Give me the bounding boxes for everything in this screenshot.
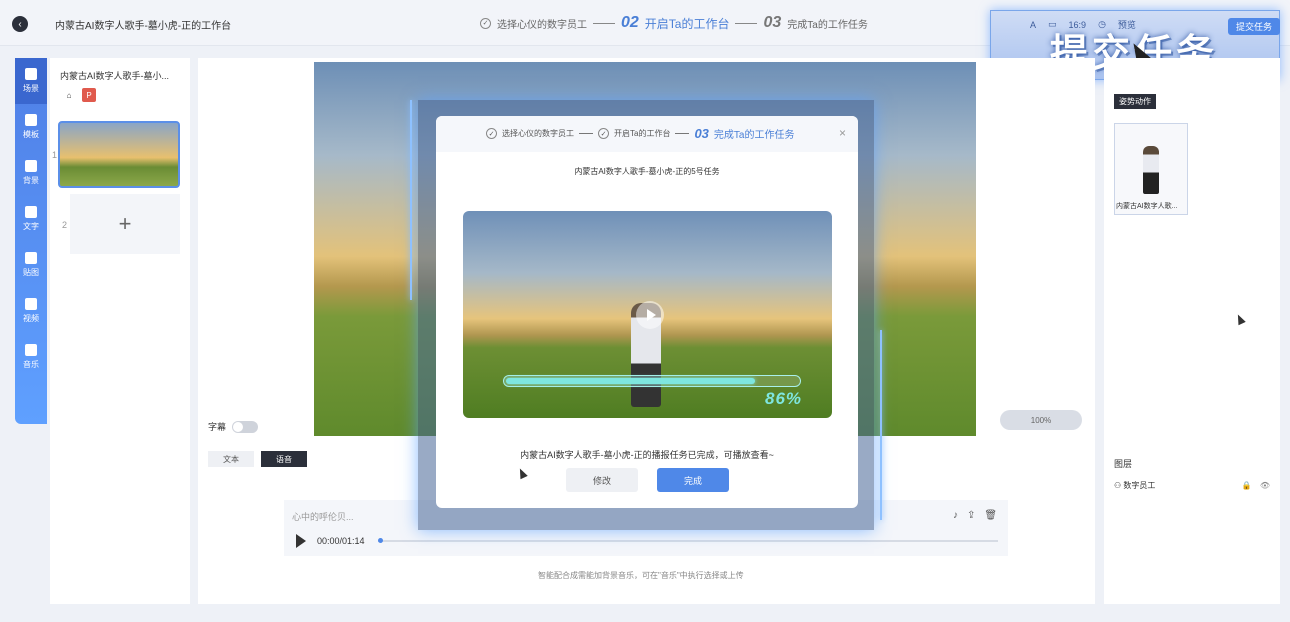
dialog-step-1: 选择心仪的数字员工 (502, 129, 574, 138)
rail-item-text[interactable]: 文字 (15, 196, 47, 242)
sticker-icon (25, 252, 37, 264)
completion-message: 内蒙古AI数字人歌手-墓小虎-正的播报任务已完成，可播放查看~ (520, 450, 774, 460)
scene-icons: ⌂ P (62, 88, 96, 102)
task-title: 内蒙古AI数字人歌手-墓小虎-正的5号任务 (574, 167, 720, 176)
render-progress-bar (503, 375, 801, 387)
eye-icon[interactable]: 👁 (1260, 481, 1270, 490)
scene-thumbnail-1[interactable] (58, 121, 180, 188)
layers-title: 图层 (1114, 459, 1133, 469)
edit-button[interactable]: 修改 (566, 468, 638, 492)
dialog-step-3: 完成Ta的工作任务 (713, 130, 795, 141)
check-icon: ✓ (480, 17, 491, 29)
dialog-steps: ✓ 选择心仪的数字员工 ✓ 开启Ta的工作台 03 完成Ta的工作任务 (486, 126, 794, 141)
check-icon: ✓ (598, 128, 609, 139)
check-icon: ✓ (486, 128, 497, 139)
rail-item-video[interactable]: 视频 (15, 288, 47, 334)
audio-actions: ♪ ⇪ 🗑 (953, 510, 997, 521)
step-3-number: 03 (763, 14, 782, 31)
play-icon[interactable] (636, 301, 664, 329)
audio-time: 00:00/01:14 (317, 536, 365, 546)
rail-item-scene[interactable]: 场景 (15, 58, 47, 104)
user-icon: ⚇ (1114, 481, 1124, 490)
dialog-step-2: 开启Ta的工作台 (614, 129, 671, 138)
result-video[interactable]: 86% (463, 211, 832, 418)
microphone-icon[interactable]: ♪ (953, 510, 958, 521)
render-progress-text: 86% (765, 389, 803, 408)
close-icon[interactable]: × (839, 126, 846, 140)
dialog-header: ✓ 选择心仪的数字员工 ✓ 开启Ta的工作台 03 完成Ta的工作任务 × (436, 116, 858, 152)
play-icon[interactable] (296, 534, 306, 548)
template-icon (25, 114, 37, 126)
layer-item-label: 数字员工 (1123, 481, 1156, 490)
scene-title: 内蒙古AI数字人歌手-墓小... (60, 71, 170, 81)
digital-employee-card[interactable]: 内蒙古AI数字人歌... (1114, 123, 1188, 215)
step-2-label: 开启Ta的工作台 (644, 16, 730, 31)
scene-number: 2 (62, 220, 68, 230)
trash-icon[interactable]: 🗑 (984, 510, 997, 521)
rail-item-music[interactable]: 音乐 (15, 334, 47, 380)
done-button[interactable]: 完成 (657, 468, 729, 492)
scene-icon (25, 68, 37, 80)
subtitle-label: 字幕 (208, 422, 227, 432)
dialog-step-3-number: 03 (694, 126, 709, 141)
tab-text[interactable]: 文本 (208, 451, 254, 467)
step-divider (593, 22, 615, 24)
step-divider (579, 133, 593, 134)
add-scene-button[interactable]: + (70, 194, 180, 254)
upload-icon[interactable]: ⇪ (967, 510, 975, 521)
glow-line (410, 100, 412, 300)
rail-item-background[interactable]: 背景 (15, 150, 47, 196)
submit-task-button[interactable]: 提交任务 (1228, 18, 1281, 35)
text-icon (25, 206, 37, 218)
step-3-label: 完成Ta的工作任务 (787, 19, 868, 31)
subtitle-toggle[interactable] (232, 420, 259, 433)
lock-icon[interactable]: 🔒 (1242, 481, 1252, 490)
layer-item[interactable]: ⚇ 数字员工 🔒 👁 (1114, 480, 1270, 491)
music-hint: 智能配合成需能加背景音乐，可在"音乐"中执行选择或上传 (538, 571, 744, 580)
back-icon[interactable]: ‹ (12, 16, 28, 32)
digital-person-figure (1143, 146, 1159, 194)
step-divider (735, 22, 758, 24)
step-2-number: 02 (621, 14, 639, 31)
task-complete-dialog: ✓ 选择心仪的数字员工 ✓ 开启Ta的工作台 03 完成Ta的工作任务 × 内蒙… (436, 116, 858, 508)
background-icon (25, 160, 37, 172)
tab-voice[interactable]: 语音 (261, 451, 307, 467)
scene-panel: 内蒙古AI数字人歌手-墓小... ⌂ P 1 2 + (50, 58, 190, 604)
pose-action-tag[interactable]: 姿势动作 (1114, 94, 1156, 109)
font-icon[interactable]: A (1030, 20, 1036, 30)
scene-number: 1 (52, 150, 58, 160)
step-divider (675, 133, 690, 134)
p-badge[interactable]: P (82, 88, 96, 102)
rail-item-template[interactable]: 模板 (15, 104, 47, 150)
rail-item-sticker[interactable]: 贴图 (15, 242, 47, 288)
audio-script-input[interactable]: 心中的呼伦贝... (292, 510, 354, 523)
home-icon[interactable]: ⌂ (62, 88, 76, 102)
step-1-label: 选择心仪的数字员工 (497, 19, 587, 31)
page-title: 内蒙古AI数字人歌手-墓小虎-正的工作台 (55, 21, 232, 32)
render-progress-fill (506, 378, 756, 384)
tool-rail: 场景 模板 背景 文字 贴图 视频 音乐 (15, 58, 47, 424)
video-icon (25, 298, 37, 310)
music-icon (25, 344, 37, 356)
person-label: 内蒙古AI数字人歌... (1116, 203, 1178, 210)
subtitle-row: 字幕 (208, 420, 259, 433)
glow-line (880, 330, 882, 520)
audio-track[interactable] (378, 540, 998, 542)
audio-track-handle[interactable] (378, 538, 383, 543)
zoom-control[interactable]: 100% (1000, 410, 1082, 430)
step-indicator: ✓ 选择心仪的数字员工 02 开启Ta的工作台 03 完成Ta的工作任务 (480, 14, 868, 32)
